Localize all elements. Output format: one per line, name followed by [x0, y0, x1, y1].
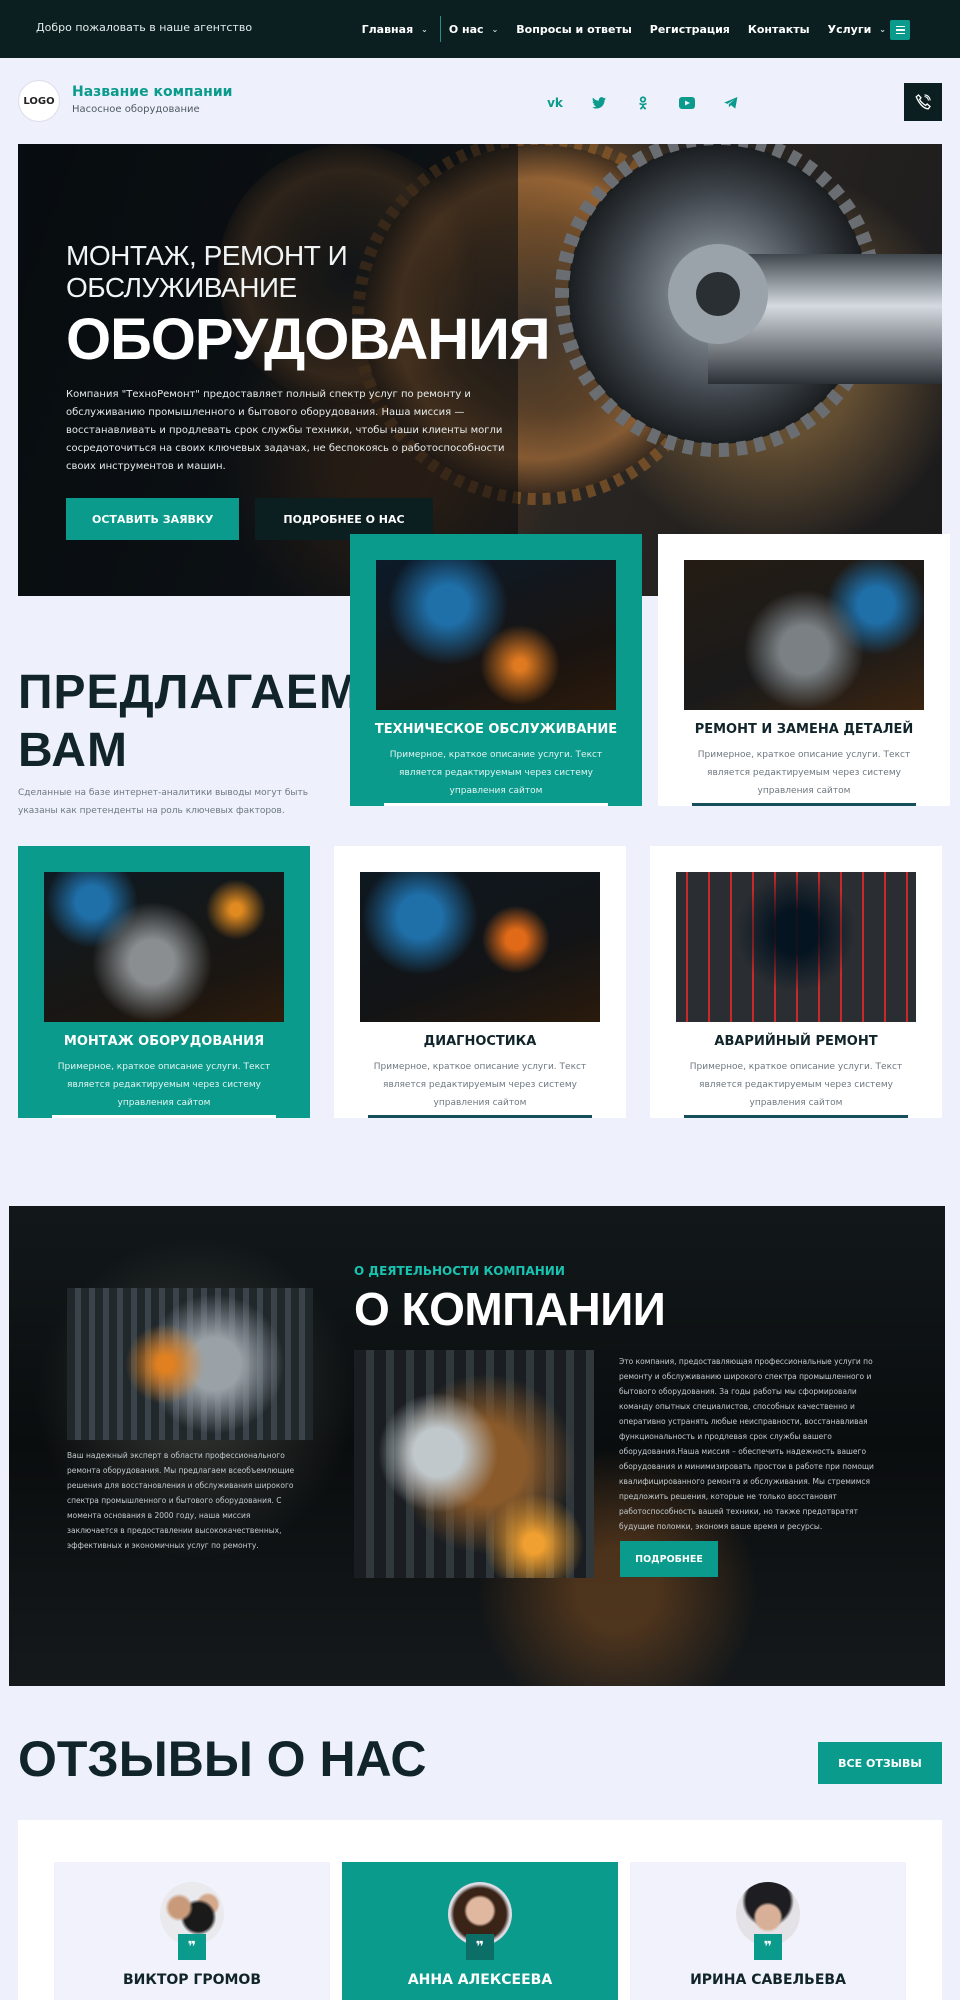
service-title: ТЕХНИЧЕСКОЕ ОБСЛУЖИВАНИЕ	[374, 722, 618, 737]
card-underline	[692, 803, 916, 806]
social-links: vk	[546, 94, 740, 112]
service-image	[676, 872, 916, 1022]
reviews-title: ОТЗЫВЫ О НАС	[18, 1731, 427, 1787]
vk-icon[interactable]: vk	[546, 94, 564, 112]
service-description: Примерное, краткое описание услуги. Текс…	[373, 1062, 587, 1108]
reviewer-name: ИРИНА САВЕЛЬЕВА	[690, 1972, 846, 1988]
about-title: О КОМПАНИИ	[354, 1283, 666, 1335]
service-description: Примерное, краткое описание услуги. Текс…	[689, 1062, 903, 1108]
reviewer-name: АННА АЛЕКСЕЕВА	[407, 1972, 553, 1988]
about-image	[67, 1288, 313, 1440]
hero-pretitle: МОНТАЖ, РЕМОНТ И ОБСЛУЖИВАНИЕ	[66, 240, 348, 303]
service-title: РЕМОНТ И ЗАМЕНА ДЕТАЛЕЙ	[694, 722, 914, 737]
service-image	[44, 872, 284, 1022]
nav-item-services[interactable]: Услуги ⌄	[828, 23, 886, 36]
chevron-down-icon: ⌄	[491, 24, 499, 34]
card-underline	[368, 1115, 592, 1118]
welcome-text: Добро пожаловать в наше агентство	[36, 21, 253, 34]
odnoklassniki-icon[interactable]	[634, 94, 652, 112]
quote-icon: ❞	[178, 1934, 206, 1960]
review-card[interactable]: ❞ АННА АЛЕКСЕЕВА	[342, 1862, 618, 2000]
quote-icon: ❞	[754, 1934, 782, 1960]
service-card[interactable]: АВАРИЙНЫЙ РЕМОНТ Примерное, краткое опис…	[650, 846, 942, 1118]
leave-request-button[interactable]: ОСТАВИТЬ ЗАЯВКУ	[66, 498, 240, 540]
hero-description: Компания "ТехноРемонт" предоставляет пол…	[66, 389, 505, 472]
about-image	[354, 1350, 594, 1578]
about-section: Ваш надежный эксперт в области профессио…	[9, 1206, 945, 1686]
nav-divider	[439, 16, 441, 42]
service-description: Примерное, краткое описание услуги. Текс…	[57, 1062, 271, 1108]
top-bar: Добро пожаловать в наше агентство Главна…	[0, 0, 960, 58]
menu-icon[interactable]	[890, 20, 910, 40]
nav-item-home[interactable]: Главная ⌄	[362, 23, 428, 36]
review-card[interactable]: ❞ ВИКТОР ГРОМОВ	[54, 1862, 330, 2000]
logo[interactable]: LOGO	[18, 80, 60, 122]
twitter-icon[interactable]	[590, 94, 608, 112]
nav-item-faq[interactable]: Вопросы и ответы	[516, 23, 631, 36]
service-description: Примерное, краткое описание услуги. Текс…	[389, 750, 603, 796]
site-header: LOGO Название компании Насосное оборудов…	[0, 58, 960, 144]
company-tagline: Насосное оборудование	[72, 104, 200, 115]
chevron-down-icon: ⌄	[421, 24, 428, 34]
quote-icon: ❞	[466, 1934, 494, 1960]
telegram-icon[interactable]	[722, 94, 740, 112]
top-nav: Главная ⌄ О нас ⌄ Вопросы и ответы Регистр…	[344, 16, 886, 42]
about-left-text: Ваш надежный эксперт в области профессио…	[67, 1451, 295, 1550]
service-card[interactable]: МОНТАЖ ОБОРУДОВАНИЯ Примерное, краткое о…	[18, 846, 310, 1118]
company-name[interactable]: Название компании	[72, 84, 232, 100]
youtube-icon[interactable]	[678, 94, 696, 112]
service-card[interactable]: ТЕХНИЧЕСКОЕ ОБСЛУЖИВАНИЕ Примерное, крат…	[350, 534, 642, 806]
about-more-button[interactable]: ПОДРОБНЕЕ	[620, 1541, 718, 1577]
about-right-text: Это компания, предоставляющая профессион…	[619, 1357, 874, 1531]
review-card[interactable]: ❞ ИРИНА САВЕЛЬЕВА	[630, 1862, 906, 2000]
service-image	[376, 560, 616, 710]
nav-item-registration[interactable]: Регистрация	[650, 23, 730, 36]
offer-description: Сделанные на базе интернет-аналитики выв…	[18, 788, 309, 816]
phone-icon	[915, 94, 931, 110]
service-card[interactable]: РЕМОНТ И ЗАМЕНА ДЕТАЛЕЙ Примерное, кратк…	[658, 534, 950, 806]
service-title: МОНТАЖ ОБОРУДОВАНИЯ	[63, 1034, 265, 1049]
card-underline	[384, 803, 608, 806]
nav-item-about[interactable]: О нас ⌄	[449, 23, 498, 36]
about-subtitle: О ДЕЯТЕЛЬНОСТИ КОМПАНИИ	[354, 1264, 565, 1278]
reviewer-name: ВИКТОР ГРОМОВ	[122, 1972, 261, 1988]
all-reviews-button[interactable]: ВСЕ ОТЗЫВЫ	[818, 1742, 942, 1784]
offer-title: ПРЕДЛАГАЕМ ВАМ	[18, 666, 360, 777]
service-image	[360, 872, 600, 1022]
card-underline	[684, 1115, 908, 1118]
hero-banner: МОНТАЖ, РЕМОНТ И ОБСЛУЖИВАНИЕ ОБОРУДОВАН…	[18, 144, 942, 596]
service-description: Примерное, краткое описание услуги. Текс…	[697, 750, 911, 796]
nav-item-contacts[interactable]: Контакты	[748, 23, 810, 36]
chevron-down-icon: ⌄	[879, 24, 886, 34]
hero-content: МОНТАЖ, РЕМОНТ И ОБСЛУЖИВАНИЕ ОБОРУДОВАН…	[66, 240, 551, 540]
service-title: ДИАГНОСТИКА	[423, 1034, 537, 1049]
hero-title: ОБОРУДОВАНИЯ	[66, 307, 551, 372]
service-card[interactable]: ДИАГНОСТИКА Примерное, краткое описание …	[334, 846, 626, 1118]
phone-button[interactable]	[904, 83, 942, 121]
service-title: АВАРИЙНЫЙ РЕМОНТ	[714, 1034, 878, 1049]
service-image	[684, 560, 924, 710]
card-underline	[52, 1115, 276, 1118]
